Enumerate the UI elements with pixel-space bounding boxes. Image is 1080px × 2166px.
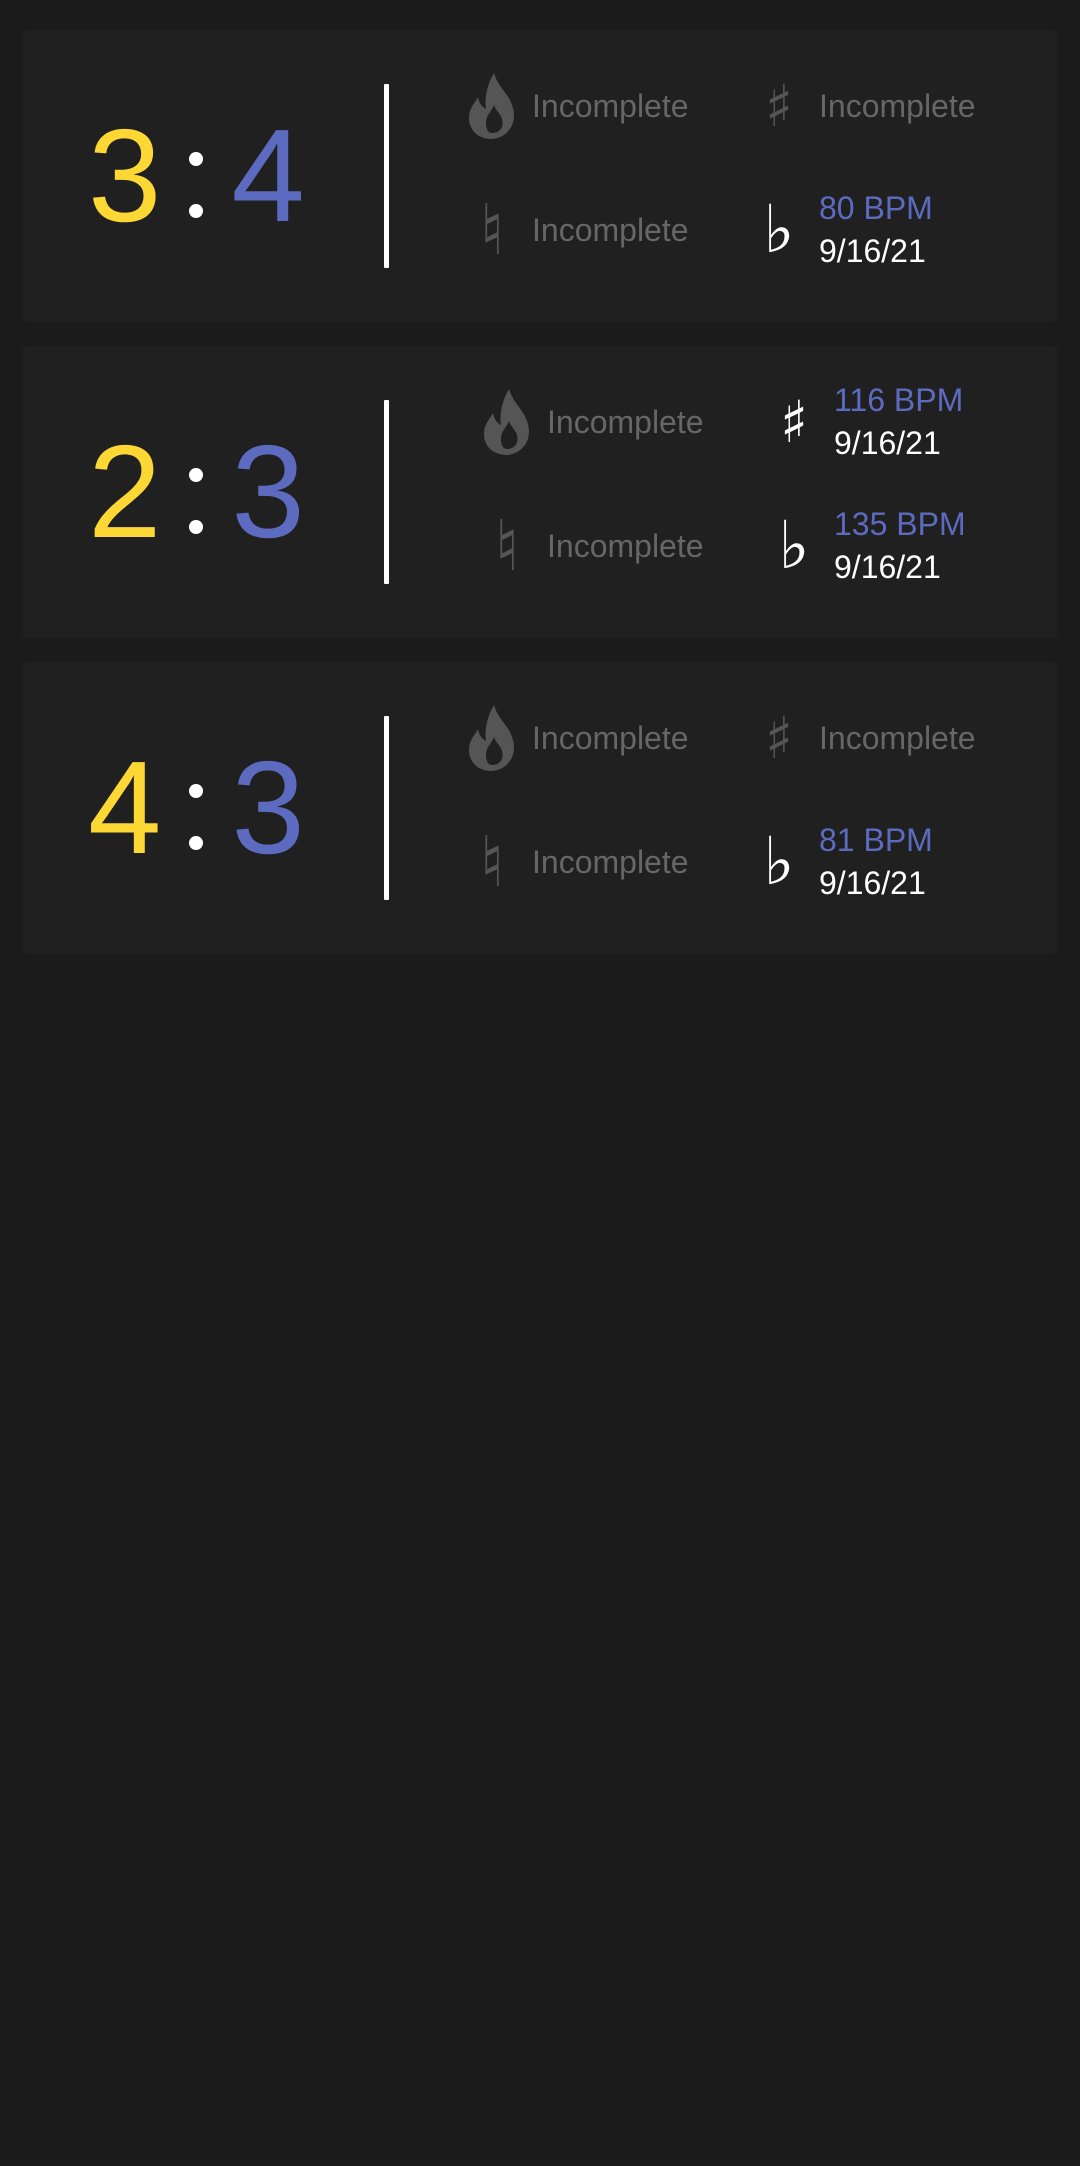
sharp-status-text: Incomplete [819, 87, 976, 124]
sharp-status-text: Incomplete [819, 719, 976, 756]
flat-mode-status[interactable]: ♭ 80 BPM 9/16/21 [749, 187, 933, 272]
flat-result: 80 BPM 9/16/21 [819, 187, 933, 272]
fire-icon [477, 382, 537, 462]
fire-mode-status[interactable]: Incomplete [477, 382, 704, 462]
vertical-divider [384, 400, 389, 584]
ratio-display: 3 4 [88, 30, 305, 322]
vertical-divider [384, 84, 389, 268]
flat-date: 9/16/21 [819, 865, 926, 901]
flat-mode-status[interactable]: ♭ 81 BPM 9/16/21 [749, 819, 933, 904]
polyrhythm-list: 3 4 Incomplete ♯ Incomplete ♮ Incomplete… [22, 30, 1058, 978]
ratio-right-number: 4 [231, 102, 305, 249]
ratio-colon [161, 119, 231, 251]
flat-icon: ♭ [778, 507, 810, 584]
ratio-right-number: 3 [231, 418, 305, 565]
flat-mode-status[interactable]: ♭ 135 BPM 9/16/21 [764, 503, 966, 588]
ratio-colon [161, 751, 231, 883]
flat-date: 9/16/21 [819, 233, 926, 269]
fire-icon [462, 66, 522, 146]
flat-bpm: 80 BPM [819, 190, 933, 227]
ratio-display: 4 3 [88, 662, 305, 954]
flat-bpm: 135 BPM [834, 506, 966, 543]
sharp-mode-status[interactable]: ♯ 116 BPM 9/16/21 [764, 382, 963, 462]
fire-mode-status[interactable]: Incomplete [462, 698, 689, 778]
ratio-left-number: 3 [88, 102, 162, 249]
sharp-date: 9/16/21 [834, 425, 941, 461]
flat-bpm: 81 BPM [819, 822, 933, 859]
sharp-mode-status[interactable]: ♯ Incomplete [749, 698, 976, 778]
natural-icon: ♮ [494, 505, 520, 587]
natural-mode-status[interactable]: ♮ Incomplete [462, 189, 689, 271]
polyrhythm-card-2-3[interactable]: 2 3 Incomplete ♯ 116 BPM 9/16/21 ♮ Incom… [22, 346, 1058, 638]
flat-result: 81 BPM 9/16/21 [819, 819, 933, 904]
sharp-icon: ♯ [764, 704, 794, 772]
ratio-left-number: 4 [88, 734, 162, 881]
sharp-icon: ♯ [779, 388, 809, 456]
polyrhythm-card-3-4[interactable]: 3 4 Incomplete ♯ Incomplete ♮ Incomplete… [22, 30, 1058, 322]
natural-mode-status[interactable]: ♮ Incomplete [462, 821, 689, 903]
sharp-icon: ♯ [764, 72, 794, 140]
fire-status-text: Incomplete [547, 403, 704, 440]
ratio-colon [161, 435, 231, 567]
flat-result: 135 BPM 9/16/21 [834, 503, 966, 588]
polyrhythm-card-4-3[interactable]: 4 3 Incomplete ♯ Incomplete ♮ Incomplete… [22, 662, 1058, 954]
vertical-divider [384, 716, 389, 900]
ratio-right-number: 3 [231, 734, 305, 881]
sharp-bpm: 116 BPM [834, 382, 964, 419]
ratio-display: 2 3 [88, 346, 305, 638]
natural-status-text: Incomplete [547, 527, 704, 564]
fire-status-text: Incomplete [532, 719, 689, 756]
natural-mode-status[interactable]: ♮ Incomplete [477, 505, 704, 587]
flat-icon: ♭ [763, 191, 795, 268]
natural-icon: ♮ [479, 821, 505, 903]
fire-status-text: Incomplete [532, 87, 689, 124]
fire-mode-status[interactable]: Incomplete [462, 66, 689, 146]
natural-status-text: Incomplete [532, 843, 689, 880]
natural-status-text: Incomplete [532, 211, 689, 248]
fire-icon [462, 698, 522, 778]
natural-icon: ♮ [479, 189, 505, 271]
ratio-left-number: 2 [88, 418, 162, 565]
flat-date: 9/16/21 [834, 549, 941, 585]
sharp-result: 116 BPM 9/16/21 [834, 379, 963, 464]
flat-icon: ♭ [763, 823, 795, 900]
sharp-mode-status[interactable]: ♯ Incomplete [749, 66, 976, 146]
